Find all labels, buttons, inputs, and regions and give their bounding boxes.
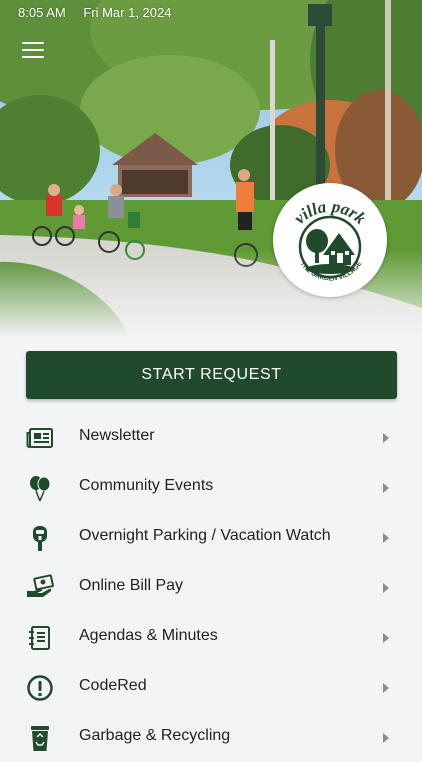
svg-text:villa park: villa park bbox=[290, 197, 370, 229]
menu-item-label: Community Events bbox=[79, 477, 214, 494]
trash-can-icon bbox=[26, 724, 54, 752]
status-bar: 8:05 AM Fri Mar 1, 2024 bbox=[18, 5, 171, 20]
logo-title-text: villa park bbox=[290, 197, 370, 229]
menu-item-agendas-minutes[interactable]: Agendas & Minutes bbox=[0, 612, 422, 662]
start-request-button[interactable]: START REQUEST bbox=[26, 351, 397, 399]
villa-park-logo: villa park THE GARDEN VILLAGE bbox=[273, 183, 387, 297]
menu-item-community-events[interactable]: Community Events bbox=[0, 462, 422, 512]
menu-item-overnight-parking[interactable]: Overnight Parking / Vacation Watch bbox=[0, 512, 422, 562]
hamburger-bar bbox=[22, 56, 44, 58]
chevron-right-icon bbox=[383, 683, 389, 693]
menu-item-label: Online Bill Pay bbox=[79, 577, 184, 594]
menu-list: Newsletter Community Events Overnight Pa… bbox=[0, 412, 422, 762]
status-time: 8:05 AM bbox=[18, 5, 66, 20]
money-hand-icon bbox=[26, 574, 54, 602]
chevron-right-icon bbox=[383, 533, 389, 543]
newspaper-icon bbox=[26, 424, 54, 452]
balloons-icon bbox=[26, 474, 54, 502]
hamburger-bar bbox=[22, 49, 44, 51]
hamburger-bar bbox=[22, 42, 44, 44]
chevron-right-icon bbox=[383, 433, 389, 443]
status-date: Fri Mar 1, 2024 bbox=[83, 5, 172, 20]
chevron-right-icon bbox=[383, 633, 389, 643]
logo-artwork: villa park THE GARDEN VILLAGE bbox=[290, 197, 370, 283]
parking-meter-icon bbox=[26, 524, 54, 552]
menu-item-label: Newsletter bbox=[79, 427, 155, 444]
chevron-right-icon bbox=[383, 583, 389, 593]
alert-icon bbox=[26, 674, 54, 702]
chevron-right-icon bbox=[383, 733, 389, 743]
menu-item-garbage-recycling[interactable]: Garbage & Recycling bbox=[0, 712, 422, 762]
menu-item-label: Overnight Parking / Vacation Watch bbox=[79, 527, 331, 544]
menu-item-label: Agendas & Minutes bbox=[79, 627, 218, 644]
menu-item-label: CodeRed bbox=[79, 677, 147, 694]
menu-item-newsletter[interactable]: Newsletter bbox=[0, 412, 422, 462]
menu-button[interactable] bbox=[22, 42, 44, 60]
menu-item-codered[interactable]: CodeRed bbox=[0, 662, 422, 712]
menu-item-label: Garbage & Recycling bbox=[79, 727, 231, 744]
chevron-right-icon bbox=[383, 483, 389, 493]
menu-item-online-bill-pay[interactable]: Online Bill Pay bbox=[0, 562, 422, 612]
notebook-icon bbox=[26, 624, 54, 652]
